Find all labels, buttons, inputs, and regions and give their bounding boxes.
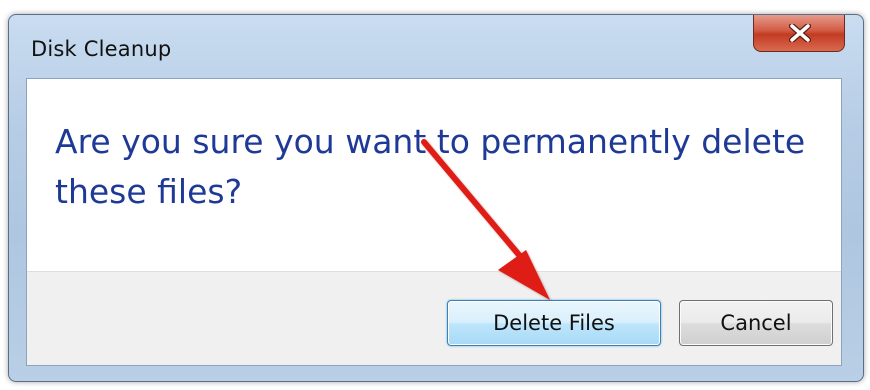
dialog-content: Are you sure you want to permanently del… [26, 78, 842, 366]
close-button[interactable] [753, 15, 845, 52]
title-bar[interactable]: Disk Cleanup [9, 15, 863, 77]
window-title: Disk Cleanup [31, 37, 172, 61]
delete-files-button[interactable]: Delete Files [447, 300, 661, 346]
close-icon [789, 24, 811, 42]
disk-cleanup-dialog: Disk Cleanup Are you sure you want to pe… [8, 14, 864, 382]
button-bar: Delete Files Cancel [27, 271, 841, 365]
confirmation-message: Are you sure you want to permanently del… [55, 122, 806, 211]
cancel-button[interactable]: Cancel [679, 300, 833, 346]
